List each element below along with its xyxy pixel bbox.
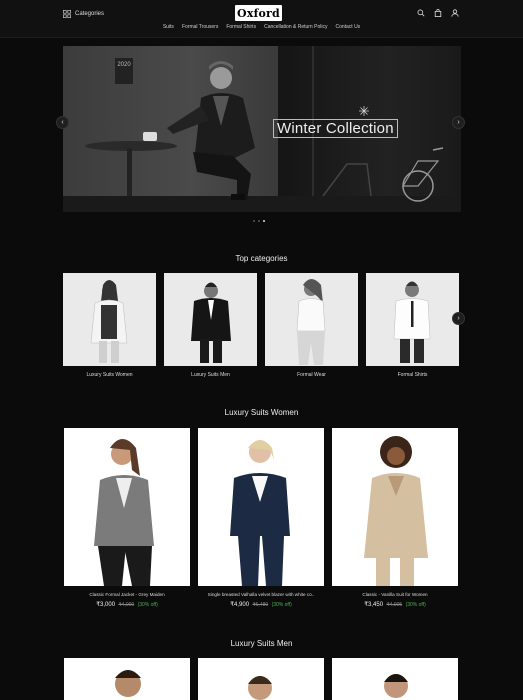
main-nav: Suits Formal Trousers Formal Shirts Canc… bbox=[0, 24, 523, 30]
nav-cancellation-policy[interactable]: Cancellation & Return Policy bbox=[264, 24, 327, 30]
category-label[interactable]: Formal Wear bbox=[265, 372, 358, 378]
grid-icon bbox=[63, 10, 71, 18]
product-card[interactable] bbox=[64, 658, 190, 700]
discount-badge: (30% off) bbox=[137, 602, 158, 608]
product-image bbox=[384, 674, 408, 698]
category-image bbox=[90, 280, 128, 363]
product-name[interactable]: Classic Formal Jacket - Grey Maiden bbox=[64, 592, 190, 597]
search-icon[interactable] bbox=[417, 9, 425, 17]
product-image bbox=[94, 439, 154, 586]
product-name[interactable]: Classic - Vanilla Suit for Women bbox=[332, 592, 458, 597]
price-original: ₹6,480 bbox=[252, 602, 269, 608]
logo[interactable]: Oxford bbox=[235, 5, 282, 21]
categories-button[interactable]: Categories bbox=[63, 8, 104, 20]
nav-suits[interactable]: Suits bbox=[163, 24, 174, 30]
hero-banner[interactable]: 2020 Winter Collection bbox=[63, 46, 461, 212]
product-card[interactable] bbox=[332, 428, 458, 586]
discount-badge: (30% off) bbox=[405, 602, 426, 608]
product-card[interactable] bbox=[332, 658, 458, 700]
product-image bbox=[364, 436, 428, 586]
hero-title: Winter Collection bbox=[273, 119, 398, 138]
header-icons bbox=[417, 9, 459, 17]
category-image bbox=[393, 281, 431, 363]
nav-formal-shirts[interactable]: Formal Shirts bbox=[226, 24, 256, 30]
price-original: ₹4,000 bbox=[118, 602, 135, 608]
categories-label: Categories bbox=[75, 11, 105, 17]
product-image bbox=[115, 670, 141, 697]
product-card[interactable] bbox=[198, 428, 324, 586]
women-section-title: Luxury Suits Women bbox=[224, 408, 299, 417]
product-name[interactable]: Single breasted Valhalla velvet blazer w… bbox=[198, 592, 324, 597]
category-label[interactable]: Formal Shirts bbox=[366, 372, 459, 378]
category-label[interactable]: Luxury Suits Men bbox=[164, 372, 257, 378]
categories-next-button[interactable]: › bbox=[452, 312, 465, 325]
category-label[interactable]: Luxury Suits Women bbox=[63, 372, 156, 378]
carousel-dot-active[interactable] bbox=[263, 220, 265, 222]
category-card-luxury-suits-men[interactable] bbox=[164, 273, 257, 366]
category-image bbox=[191, 282, 231, 363]
category-card-luxury-suits-women[interactable] bbox=[63, 273, 156, 366]
price-original: ₹4,905 bbox=[386, 602, 403, 608]
category-card-formal-shirts[interactable] bbox=[366, 273, 459, 366]
carousel-dots bbox=[253, 220, 265, 222]
price-current: ₹3,450 bbox=[364, 602, 384, 608]
product-image bbox=[248, 676, 272, 700]
product-price: ₹3,450 ₹4,905 (30% off) bbox=[332, 601, 458, 608]
top-categories-title: Top categories bbox=[235, 254, 288, 263]
hero-prev-button[interactable]: ‹ bbox=[56, 116, 69, 129]
product-card[interactable] bbox=[198, 658, 324, 700]
user-icon[interactable] bbox=[451, 9, 459, 17]
men-section-title: Luxury Suits Men bbox=[230, 639, 293, 648]
product-card[interactable] bbox=[64, 428, 190, 586]
hero-image bbox=[85, 46, 444, 202]
hero-next-button[interactable]: › bbox=[452, 116, 465, 129]
carousel-dot[interactable] bbox=[253, 220, 255, 222]
nav-contact-us[interactable]: Contact Us bbox=[335, 24, 360, 30]
product-price: ₹3,000 ₹4,000 (30% off) bbox=[64, 601, 190, 608]
product-price: ₹4,900 ₹6,480 (30% off) bbox=[198, 601, 324, 608]
price-current: ₹4,900 bbox=[230, 602, 250, 608]
price-current: ₹3,000 bbox=[96, 602, 116, 608]
product-image bbox=[230, 440, 290, 586]
bag-icon[interactable] bbox=[434, 9, 442, 17]
snowflake-icon bbox=[359, 106, 369, 116]
category-image bbox=[296, 279, 326, 365]
nav-formal-trousers[interactable]: Formal Trousers bbox=[182, 24, 218, 30]
carousel-dot[interactable] bbox=[258, 220, 260, 222]
discount-badge: (30% off) bbox=[271, 602, 292, 608]
site-header: Categories Oxford Suits Formal Trousers … bbox=[0, 0, 523, 38]
category-card-formal-wear[interactable] bbox=[265, 273, 358, 366]
